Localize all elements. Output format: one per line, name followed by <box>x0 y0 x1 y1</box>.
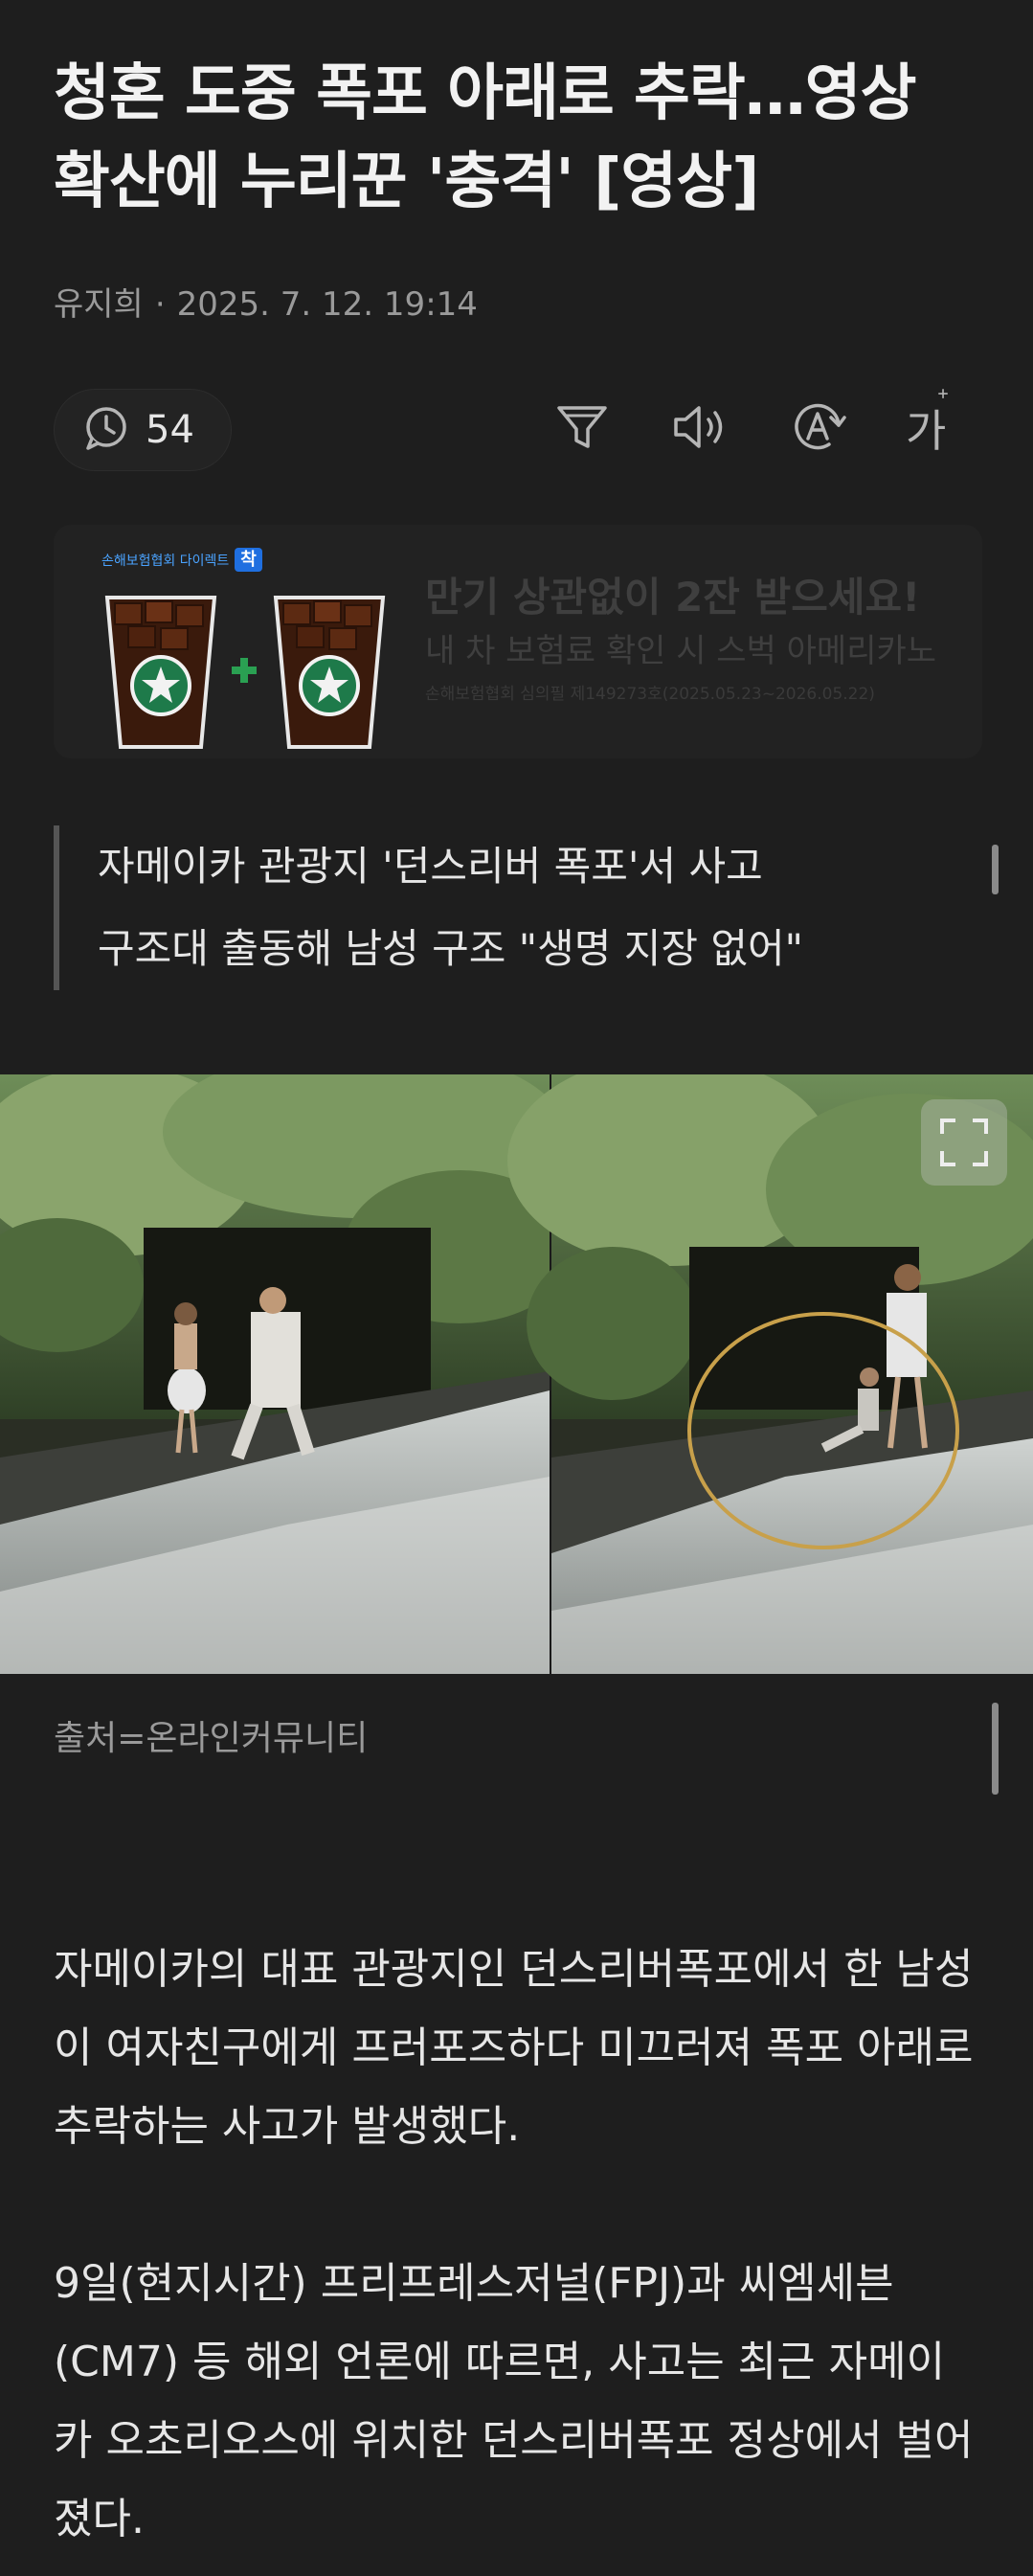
author-name[interactable]: 유지희 <box>54 285 144 324</box>
body-paragraph: 9일(현지시간) 프리프레스저널(FPJ)과 씨엠세븐(CM7) 등 해외 언론… <box>54 2259 974 2543</box>
speaker-icon[interactable] <box>668 396 730 458</box>
scroll-indicator <box>992 845 999 894</box>
expand-image-button[interactable] <box>921 1099 1007 1186</box>
filter-icon[interactable] <box>551 396 613 458</box>
ad-notice: 손해보험협회 심의필 제149273호(2025.05.23~2026.05.2… <box>425 685 875 704</box>
article-page: 청혼 도중 폭포 아래로 추락…영상 확산에 누리꾼 '충격' [영상] 유지희… <box>0 0 1033 2576</box>
ad-badge: 손해보험협회 다이렉트 착 <box>101 546 262 572</box>
ad-badge-mark: 착 <box>235 548 262 572</box>
waterfall-photo-image <box>0 1074 1033 1674</box>
article-toolbar: 54 가 <box>54 379 982 485</box>
coffee-cups-illustration <box>104 596 386 749</box>
summary-line: 구조대 출동해 남성 구조 "생명 지장 없어" <box>98 925 803 972</box>
comment-count: 54 <box>146 408 194 452</box>
article-body: 자메이카의 대표 관광지인 던스리버폭포에서 한 남성이 여자친구에게 프러포즈… <box>54 1931 982 2559</box>
fullscreen-icon <box>940 1119 988 1166</box>
body-paragraph: 자메이카의 대표 관광지인 던스리버폭포에서 한 남성이 여자친구에게 프러포즈… <box>54 1945 974 2151</box>
comments-button[interactable]: 54 <box>54 389 232 471</box>
byline: 유지희 · 2025. 7. 12. 19:14 <box>54 278 478 325</box>
translate-icon[interactable] <box>787 396 848 458</box>
article-headline: 청혼 도중 폭포 아래로 추락…영상 확산에 누리꾼 '충격' [영상] <box>54 58 917 217</box>
article-photo[interactable] <box>0 1074 1033 1674</box>
comment-clock-icon <box>82 404 130 456</box>
photo-caption: 출처=온라인커뮤니티 <box>54 1719 369 1758</box>
font-size-icon[interactable]: 가 <box>906 389 967 458</box>
byline-separator: · <box>154 285 166 324</box>
ad-subtext: 내 차 보험료 확인 시 스벅 아메리카노 <box>425 632 937 670</box>
ad-banner[interactable]: 손해보험협회 다이렉트 착 만기 상관없이 2잔 받으세요! 내 차 보험료 확… <box>54 525 982 758</box>
ad-headline: 만기 상관없이 2잔 받으세요! <box>425 574 921 621</box>
scroll-indicator <box>992 1703 999 1795</box>
article-summary: 자메이카 관광지 '던스리버 폭포'서 사고 구조대 출동해 남성 구조 "생명… <box>54 825 915 990</box>
summary-line: 자메이카 관광지 '던스리버 폭포'서 사고 <box>98 843 763 890</box>
ad-badge-text: 손해보험협회 다이렉트 <box>101 554 230 569</box>
publish-datetime: 2025. 7. 12. 19:14 <box>176 285 478 324</box>
